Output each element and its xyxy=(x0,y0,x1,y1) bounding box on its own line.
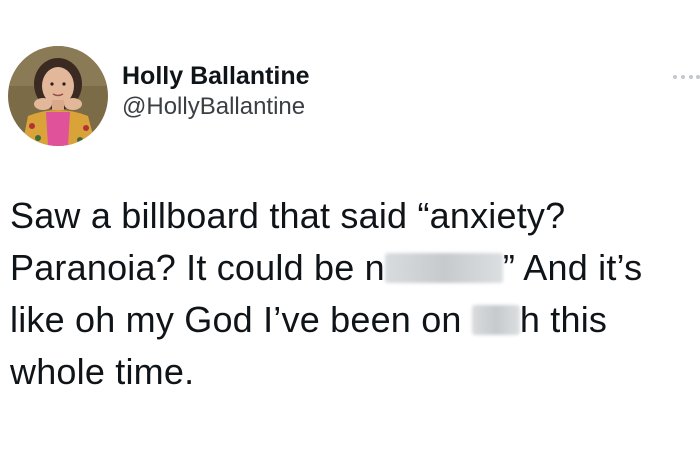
tweet-text-segment: whole time. xyxy=(10,351,195,392)
author-handle[interactable]: @HollyBallantine xyxy=(122,93,310,121)
avatar[interactable] xyxy=(8,46,108,146)
tweet-text: Saw a billboard that said “anxiety? Para… xyxy=(10,190,694,398)
redacted-word xyxy=(471,305,520,335)
tweet-text-segment: Saw a billboard that said “anxiety? xyxy=(10,195,566,236)
tweet-text-line: Paranoia? It could be n ” And it’s xyxy=(10,242,694,294)
more-horizontal-icon xyxy=(673,75,700,79)
tweet-text-line: whole time. xyxy=(10,346,694,398)
tweet-text-segment: Paranoia? It could be n xyxy=(10,247,385,288)
tweet-text-segment: h this xyxy=(519,299,608,340)
tweet-text-line: Saw a billboard that said “anxiety? xyxy=(10,190,694,242)
profile-photo-icon xyxy=(8,46,108,146)
author-display-name[interactable]: Holly Ballantine xyxy=(122,61,310,91)
tweet-card: Holly Ballantine @HollyBallantine Saw a … xyxy=(0,0,700,469)
tweet-text-segment: like oh my God I’ve been on xyxy=(10,299,472,340)
author-names: Holly Ballantine @HollyBallantine xyxy=(122,61,310,121)
more-options-button[interactable] xyxy=(670,70,700,82)
tweet-text-line: like oh my God I’ve been on h this xyxy=(10,294,694,346)
redacted-word xyxy=(384,253,503,283)
tweet-text-segment: ” And it’s xyxy=(502,247,643,288)
tweet-header: Holly Ballantine @HollyBallantine xyxy=(8,46,310,146)
